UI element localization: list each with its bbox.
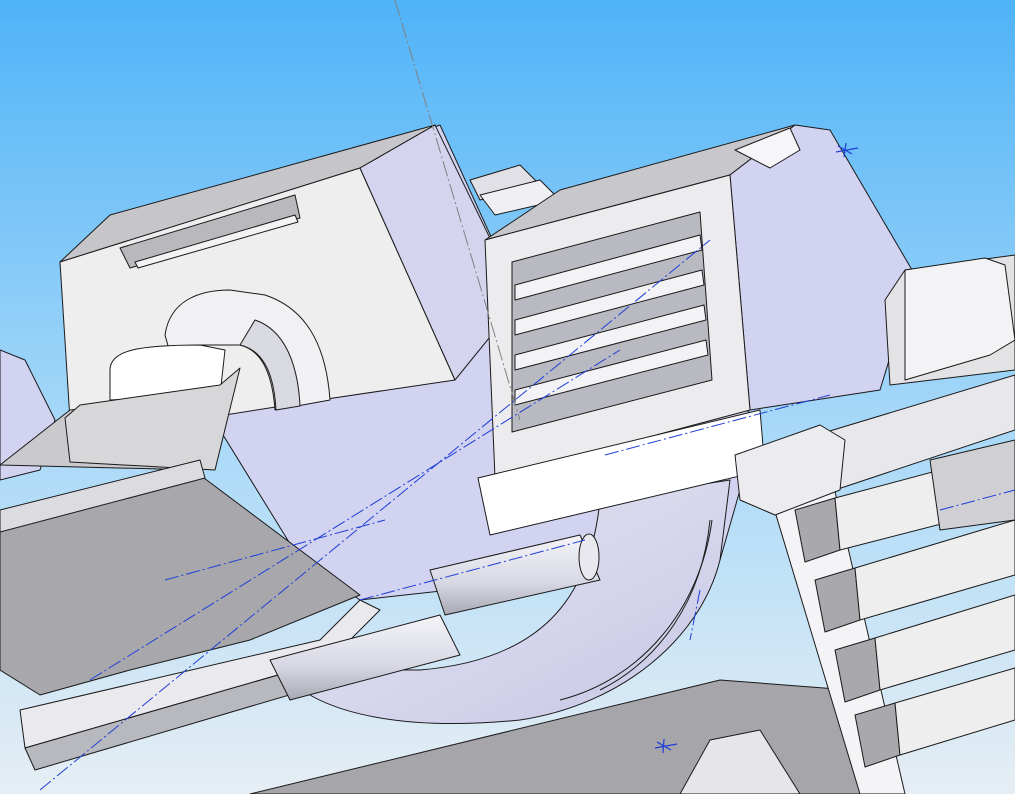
model-view[interactable]	[0, 0, 1015, 794]
cad-viewport[interactable]	[0, 0, 1015, 794]
